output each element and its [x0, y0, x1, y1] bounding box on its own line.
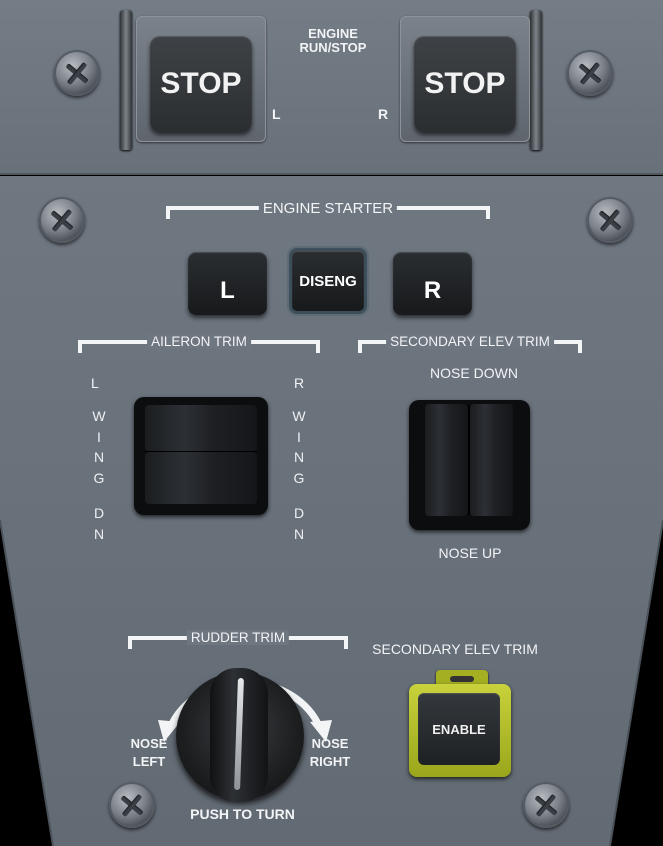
- aileron-trim-lower-rocker[interactable]: [145, 452, 257, 504]
- elev-trim-right-rocker[interactable]: [470, 404, 513, 516]
- aileron-trim-upper-rocker[interactable]: [145, 405, 257, 453]
- aileron-right-label: R: [294, 375, 305, 391]
- enable-guard-latch: [450, 676, 474, 682]
- right-stop-label: STOP: [424, 67, 506, 100]
- left-stop-label: STOP: [160, 67, 242, 100]
- screw-icon: [587, 197, 633, 243]
- elev-trim-enable-title: SECONDARY ELEV TRIM: [372, 641, 538, 657]
- nose-up-label: NOSE UP: [438, 545, 502, 561]
- engine-run-stop-title: ENGINE RUN/STOP: [299, 26, 367, 55]
- nose-left-label: NOSE LEFT: [130, 736, 168, 769]
- left-engine-stop-button[interactable]: STOP: [150, 36, 252, 132]
- nose-right-label: NOSE RIGHT: [309, 736, 351, 769]
- engine-starter-right-button[interactable]: R: [393, 252, 472, 315]
- engine-right-tag: R: [378, 106, 389, 122]
- left-dn-label: DN: [93, 505, 105, 542]
- right-dn-label: DN: [293, 505, 305, 542]
- engine-starter-diseng-button[interactable]: DISENG: [289, 248, 367, 314]
- engine-starter-bracket: ENGINE STARTER: [166, 200, 490, 219]
- left-wing-label: WING: [92, 408, 106, 486]
- screw-icon: [567, 50, 613, 96]
- right-stop-guard: [530, 10, 542, 150]
- engine-starter-left-button[interactable]: L: [188, 252, 267, 315]
- right-engine-stop-button[interactable]: STOP: [414, 36, 516, 132]
- aileron-trim-title: AILERON TRIM: [147, 334, 251, 349]
- engine-starter-title: ENGINE STARTER: [258, 200, 398, 217]
- aileron-trim-bracket: AILERON TRIM: [78, 334, 320, 353]
- secondary-elev-trim-title: SECONDARY ELEV TRIM: [386, 334, 554, 349]
- nose-down-label: NOSE DOWN: [430, 365, 518, 381]
- push-to-turn-label: PUSH TO TURN: [190, 806, 295, 822]
- screw-icon: [39, 197, 85, 243]
- rudder-trim-bracket: RUDDER TRIM: [128, 630, 348, 649]
- secondary-elev-trim-bracket: SECONDARY ELEV TRIM: [358, 334, 582, 353]
- screw-icon: [109, 782, 155, 828]
- right-wing-label: WING: [292, 408, 306, 486]
- aileron-left-label: L: [91, 375, 99, 391]
- left-stop-guard: [120, 10, 132, 150]
- throttle-quadrant-panel: STOP STOP ENGINE RUN/STOP L R ENGINE STA…: [0, 0, 663, 846]
- screw-icon: [54, 50, 100, 96]
- screw-icon: [523, 782, 569, 828]
- elev-trim-enable-button[interactable]: ENABLE: [418, 693, 500, 765]
- engine-left-tag: L: [272, 106, 281, 122]
- rudder-trim-title: RUDDER TRIM: [186, 630, 290, 645]
- elev-trim-left-rocker[interactable]: [425, 404, 470, 516]
